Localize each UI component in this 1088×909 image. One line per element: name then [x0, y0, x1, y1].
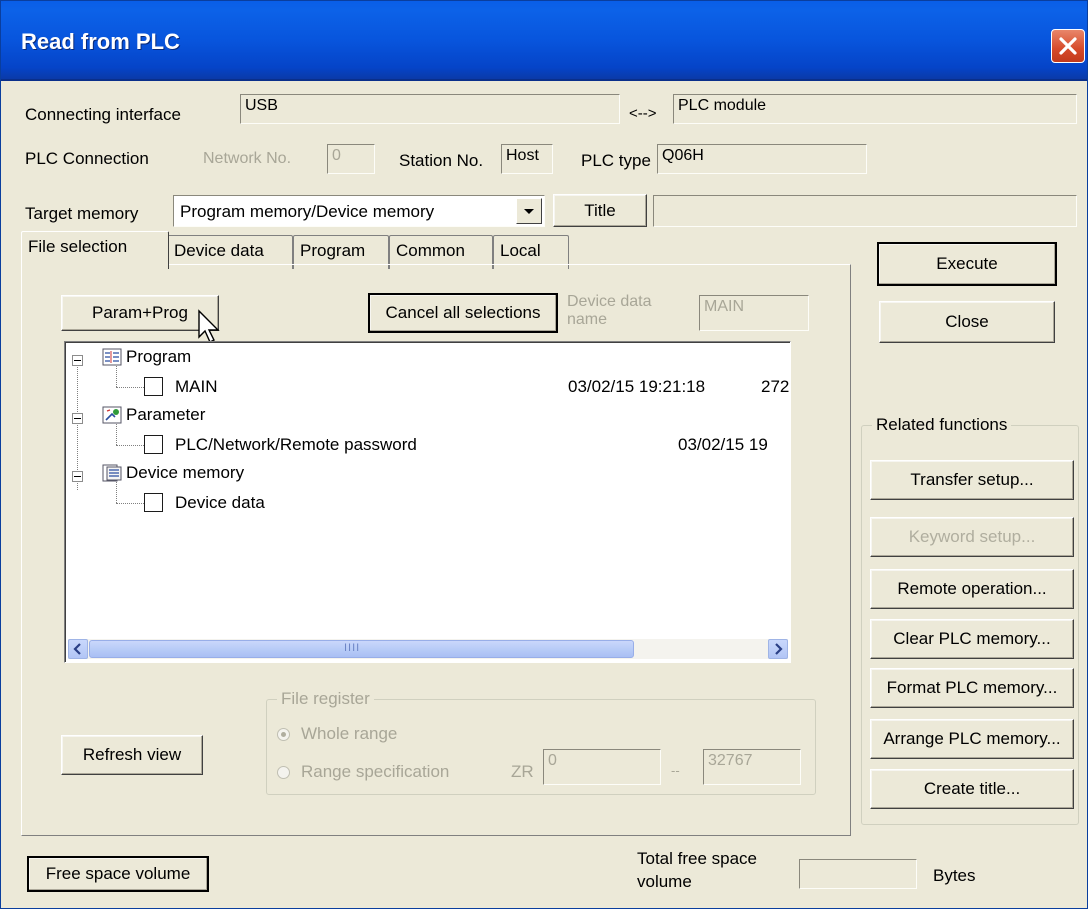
- device-data-name-field: MAIN: [699, 295, 809, 331]
- zr-separator: --: [671, 763, 680, 778]
- zr-end-field[interactable]: 32767: [703, 749, 801, 785]
- connection-arrow: <-->: [629, 105, 657, 122]
- close-icon: [1059, 37, 1077, 55]
- scroll-left-button[interactable]: [68, 639, 88, 659]
- file-register-caption: File register: [277, 689, 374, 709]
- whole-range-radio[interactable]: [277, 728, 290, 741]
- total-free-space-field: [799, 859, 917, 889]
- scroll-grip: IIII: [344, 642, 361, 654]
- scroll-thumb[interactable]: IIII: [89, 640, 634, 658]
- total-free-space-label: Total free space: [637, 849, 758, 868]
- keyword-setup-button[interactable]: Keyword setup...: [870, 517, 1074, 557]
- main-checkbox[interactable]: [144, 377, 163, 396]
- chevron-left-icon: [73, 643, 81, 655]
- network-no-label: Network No.: [203, 150, 292, 167]
- target-memory-value: Program memory/Device memory: [180, 202, 435, 221]
- arrange-plc-memory-button[interactable]: Arrange PLC memory...: [870, 719, 1074, 759]
- whole-range-label: Whole range: [301, 724, 398, 743]
- range-specification-radio[interactable]: [277, 766, 290, 779]
- close-button[interactable]: Close: [879, 301, 1055, 343]
- mouse-cursor-icon: [198, 309, 220, 343]
- create-title-button[interactable]: Create title...: [870, 769, 1074, 809]
- close-window-button[interactable]: [1051, 29, 1085, 63]
- remote-operation-button[interactable]: Remote operation...: [870, 569, 1074, 609]
- plc-connection-label: PLC Connection: [25, 149, 149, 168]
- related-functions-caption: Related functions: [872, 415, 1012, 435]
- station-no-label: Station No.: [399, 151, 484, 170]
- network-no-field: 0: [327, 144, 375, 174]
- plc-network-remote-password-checkbox[interactable]: [144, 435, 163, 454]
- chevron-right-icon: [775, 643, 783, 655]
- tree-item-device-data: Device data: [175, 493, 265, 512]
- window-title: Read from PLC: [21, 29, 180, 54]
- horizontal-scrollbar[interactable]: IIII: [68, 639, 788, 659]
- plc-type-field: Q06H: [657, 144, 867, 174]
- tree-node-device-memory: Device memory: [126, 463, 245, 482]
- password-date: 03/02/15 19: [678, 435, 768, 454]
- title-bar[interactable]: Read from PLC: [1, 1, 1087, 81]
- target-memory-select[interactable]: Program memory/Device memory: [173, 195, 545, 227]
- refresh-view-button[interactable]: Refresh view: [61, 735, 203, 775]
- tab-file-selection[interactable]: File selection: [21, 231, 169, 269]
- tree-node-program: Program: [126, 347, 192, 366]
- title-field: [653, 195, 1077, 227]
- read-from-plc-dialog: Read from PLC Connecting interface USB <…: [0, 0, 1088, 909]
- main-size: 272: [761, 377, 790, 396]
- device-data-checkbox[interactable]: [144, 493, 163, 512]
- connecting-interface-label: Connecting interface: [25, 105, 181, 124]
- tree-item-main: MAIN: [175, 377, 218, 396]
- tree-item-plc-network-remote-password: PLC/Network/Remote password: [175, 435, 417, 454]
- zr-label: ZR: [511, 762, 534, 781]
- main-date: 03/02/15 19:21:18: [568, 377, 706, 396]
- bytes-label: Bytes: [933, 866, 976, 885]
- transfer-setup-button[interactable]: Transfer setup...: [870, 460, 1074, 500]
- scroll-right-button[interactable]: [768, 639, 788, 659]
- execute-button[interactable]: Execute: [877, 242, 1057, 286]
- cancel-all-selections-button[interactable]: Cancel all selections: [368, 293, 558, 333]
- collapse-program-icon[interactable]: [72, 355, 83, 366]
- device-data-name-label: Device data name: [567, 293, 652, 328]
- device-memory-icon: [102, 464, 122, 482]
- plc-module-field: PLC module: [673, 94, 1077, 124]
- total-free-space-volume-label: volume: [637, 872, 692, 891]
- connecting-interface-field: USB: [240, 94, 620, 124]
- tree-node-parameter: Parameter: [126, 405, 206, 424]
- parameter-icon: [102, 406, 122, 424]
- program-icon: [102, 348, 122, 366]
- title-button[interactable]: Title: [553, 194, 647, 227]
- collapse-device-memory-icon[interactable]: [72, 471, 83, 482]
- range-specification-label: Range specification: [301, 762, 450, 781]
- free-space-volume-button[interactable]: Free space volume: [27, 856, 209, 892]
- format-plc-memory-button[interactable]: Format PLC memory...: [870, 668, 1074, 708]
- file-tree[interactable]: Program MAIN 03/02/15 19:21:18 272 Param…: [64, 341, 791, 663]
- zr-start-field[interactable]: 0: [543, 749, 661, 785]
- clear-plc-memory-button[interactable]: Clear PLC memory...: [870, 619, 1074, 659]
- collapse-parameter-icon[interactable]: [72, 413, 83, 424]
- plc-type-label: PLC type: [581, 151, 651, 170]
- chevron-down-icon[interactable]: [516, 198, 542, 224]
- target-memory-label: Target memory: [25, 204, 139, 223]
- station-no-field: Host: [501, 144, 553, 174]
- param-prog-button[interactable]: Param+Prog: [61, 295, 219, 331]
